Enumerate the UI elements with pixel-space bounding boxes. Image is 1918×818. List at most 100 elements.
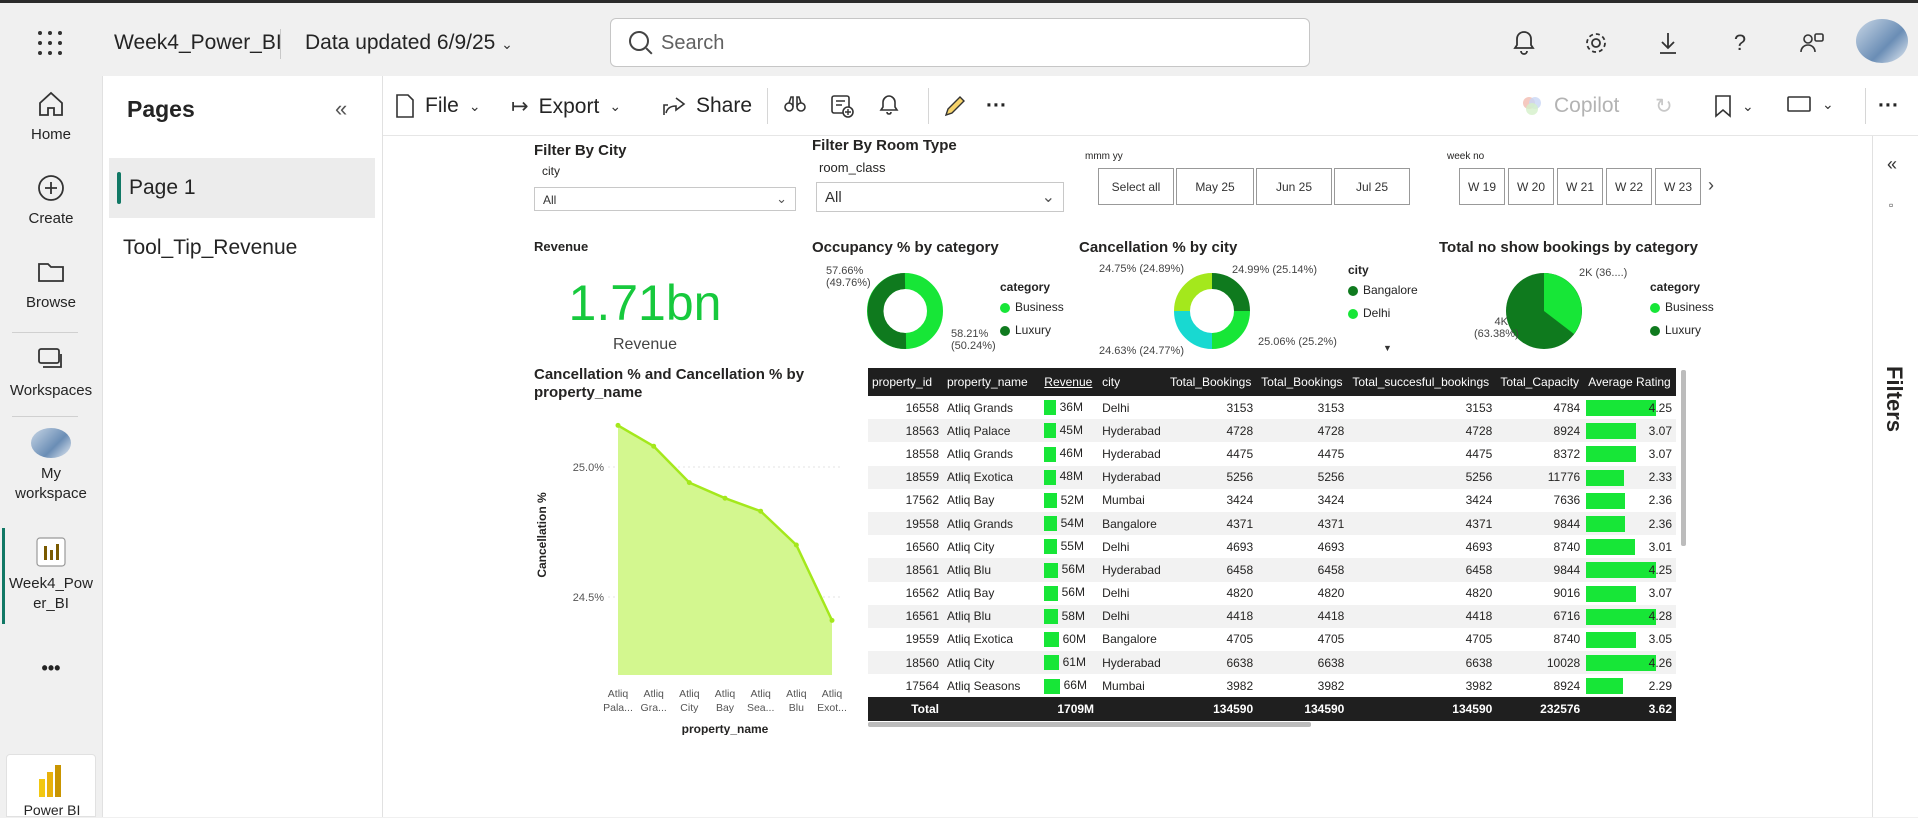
noshow-chart-title: Total no show bookings by category — [1439, 239, 1698, 256]
column-header[interactable]: Revenue — [1040, 368, 1099, 396]
data-label-group: 4K (63.38%) — [1474, 316, 1519, 340]
week-tile[interactable]: W 19 — [1459, 168, 1505, 205]
donut-slice[interactable] — [1211, 310, 1250, 349]
week-tile[interactable]: W 20 — [1508, 168, 1554, 205]
expand-filters-icon[interactable]: « — [1887, 154, 1897, 175]
chevron-down-icon: ⌄ — [1041, 189, 1055, 206]
cancellation-area-chart[interactable]: 25.0% 24.5% Atliq Pala... Atliq Gra... Atliq Ci… — [534, 405, 864, 735]
week-tile[interactable]: W 21 — [1557, 168, 1603, 205]
legend-label: Business — [1015, 300, 1064, 314]
cell-value: 3.07 — [1648, 586, 1672, 601]
cell-value: 4.25 — [1648, 400, 1672, 415]
table-cell: 3.07 — [1584, 442, 1676, 465]
week-tile[interactable]: W 22 — [1606, 168, 1652, 205]
table-vertical-scrollbar[interactable] — [1681, 370, 1686, 546]
filters-pane-collapsed[interactable]: « ▫ Filters — [1872, 136, 1918, 817]
table-cell: 4371 — [1165, 511, 1258, 536]
revenue-data-bar — [1044, 539, 1058, 555]
table-cell: 134590 — [1165, 697, 1258, 721]
table-row[interactable]: 18559 Atliq Exotica 48M Hyderabad 5256 5256 5… — [868, 465, 1676, 489]
legend-label: Luxury — [1015, 323, 1052, 337]
room-class-slicer[interactable]: All ⌄ — [816, 182, 1064, 212]
table-horizontal-scrollbar[interactable] — [868, 722, 1311, 727]
data-point[interactable] — [722, 495, 728, 501]
legend-scroll-down-icon[interactable]: ▼ — [1383, 343, 1392, 353]
table-cell: 3982 — [1317, 678, 1345, 693]
legend-dot-icon — [1000, 325, 1010, 336]
donut-slice[interactable] — [1174, 273, 1213, 312]
column-header[interactable]: Total_Capacity — [1496, 368, 1585, 396]
data-point[interactable] — [651, 443, 657, 449]
table-cell: Atliq Bay — [947, 493, 995, 508]
data-point[interactable] — [615, 422, 621, 428]
table-cell — [1098, 697, 1166, 721]
property-table[interactable]: property_id property_name Revenue city Total… — [868, 368, 1676, 721]
column-header[interactable]: Total_Bookings — [1257, 368, 1349, 396]
table-cell: 4475 — [1226, 446, 1254, 461]
donut-slice[interactable] — [1174, 310, 1213, 349]
donut-slice-luxury[interactable] — [867, 273, 907, 350]
table-row[interactable]: 16560 Atliq City 55M Delhi 4693 4693 4693 8740… — [868, 535, 1676, 558]
legend-title: category — [1650, 280, 1701, 294]
table-cell: 36M — [1040, 396, 1098, 419]
city-slicer-value: All — [543, 193, 557, 207]
data-point[interactable] — [793, 542, 799, 548]
legend-title: city — [1348, 263, 1369, 277]
revenue-data-bar — [1044, 608, 1059, 624]
chevron-right-icon[interactable]: › — [1708, 175, 1714, 196]
legend-item-business[interactable]: Business — [1650, 300, 1714, 314]
legend-item-luxury[interactable]: Luxury — [1650, 323, 1701, 337]
legend-item-bangalore[interactable]: Bangalore — [1348, 283, 1418, 297]
legend-title: category — [1000, 280, 1051, 294]
month-tile[interactable]: Jun 25 — [1256, 168, 1332, 205]
table-row[interactable]: 18563 Atliq Palace 45M Hyderabad 4728 4728 47… — [868, 419, 1676, 443]
table-cell: Mumbai — [1102, 678, 1145, 693]
month-tile[interactable]: May 25 — [1176, 168, 1254, 205]
data-label: 2K (36....) — [1579, 267, 1628, 279]
table-row[interactable]: 18560 Atliq City 61M Hyderabad 6638 6638 6638… — [868, 651, 1676, 675]
table-cell: 19559 — [905, 632, 939, 647]
table-row[interactable]: 16562 Atliq Bay 56M Delhi 4820 4820 4820 9016 3… — [868, 582, 1676, 605]
column-header[interactable]: property_id — [868, 368, 943, 396]
week-tile[interactable]: W 23 — [1655, 168, 1701, 205]
table-cell: Delhi — [1102, 400, 1130, 415]
donut-slice[interactable] — [1211, 273, 1250, 312]
table-row[interactable]: 18558 Atliq Grands 46M Hyderabad 4475 4475 44… — [868, 442, 1676, 465]
cell-value: 66M — [1060, 678, 1087, 693]
table-cell: 134590 — [1257, 697, 1349, 721]
more-options-icon[interactable]: ··· — [1878, 94, 1899, 118]
column-header[interactable]: Average Rating — [1584, 368, 1676, 396]
legend-item-business[interactable]: Business — [1000, 300, 1064, 314]
table-row[interactable]: 19558 Atliq Grands 54M Bangalore 4371 4371 43… — [868, 511, 1676, 536]
legend-item-luxury[interactable]: Luxury — [1000, 323, 1051, 337]
data-label: 57.66% — [826, 265, 864, 277]
table-cell: 6638 — [1165, 651, 1258, 675]
data-point[interactable] — [686, 480, 692, 486]
table-cell: 5256 — [1165, 465, 1258, 489]
column-header[interactable]: Total_succesful_bookings — [1348, 368, 1497, 396]
column-header[interactable]: city — [1098, 368, 1166, 396]
table-cell: 3153 — [1226, 400, 1254, 415]
cancellation-city-donut[interactable] — [1172, 271, 1252, 351]
table-row[interactable]: 18561 Atliq Blu 56M Hyderabad 6458 6458 6458 9… — [868, 558, 1676, 582]
table-row[interactable]: 17562 Atliq Bay 52M Mumbai 3424 3424 3424 7636… — [868, 489, 1676, 512]
month-tile-select-all[interactable]: Select all — [1098, 168, 1174, 205]
table-row[interactable]: 17564 Atliq Seasons 66M Mumbai 3982 3982 3982… — [868, 674, 1676, 697]
legend-item-delhi[interactable]: Delhi — [1348, 306, 1390, 320]
cell-value: 48M — [1056, 469, 1083, 484]
column-header[interactable]: property_name — [943, 368, 1041, 396]
table-row[interactable]: 19559 Atliq Exotica 60M Bangalore 4705 4705 4… — [868, 628, 1676, 651]
x-tick-label: Atliq Exot... — [817, 688, 847, 714]
table-cell: Mumbai — [1102, 493, 1145, 508]
table-cell: 134590 — [1348, 697, 1497, 721]
table-total-row[interactable]: Total 1709M 134590 134590 134590 232576 3.62 — [868, 697, 1676, 721]
table-row[interactable]: 16561 Atliq Blu 58M Delhi 4418 4418 4418 6716 4… — [868, 604, 1676, 628]
data-point[interactable] — [758, 508, 764, 514]
column-header[interactable]: Total_Bookings — [1165, 368, 1258, 396]
table-cell: 8740 — [1553, 539, 1581, 554]
city-slicer[interactable]: All ⌄ — [534, 187, 796, 211]
data-point[interactable] — [829, 617, 835, 623]
occupancy-donut[interactable] — [865, 271, 945, 351]
table-row[interactable]: 16558 Atliq Grands 36M Delhi 3153 3153 3153 47… — [868, 396, 1676, 419]
month-tile[interactable]: Jul 25 — [1334, 168, 1410, 205]
